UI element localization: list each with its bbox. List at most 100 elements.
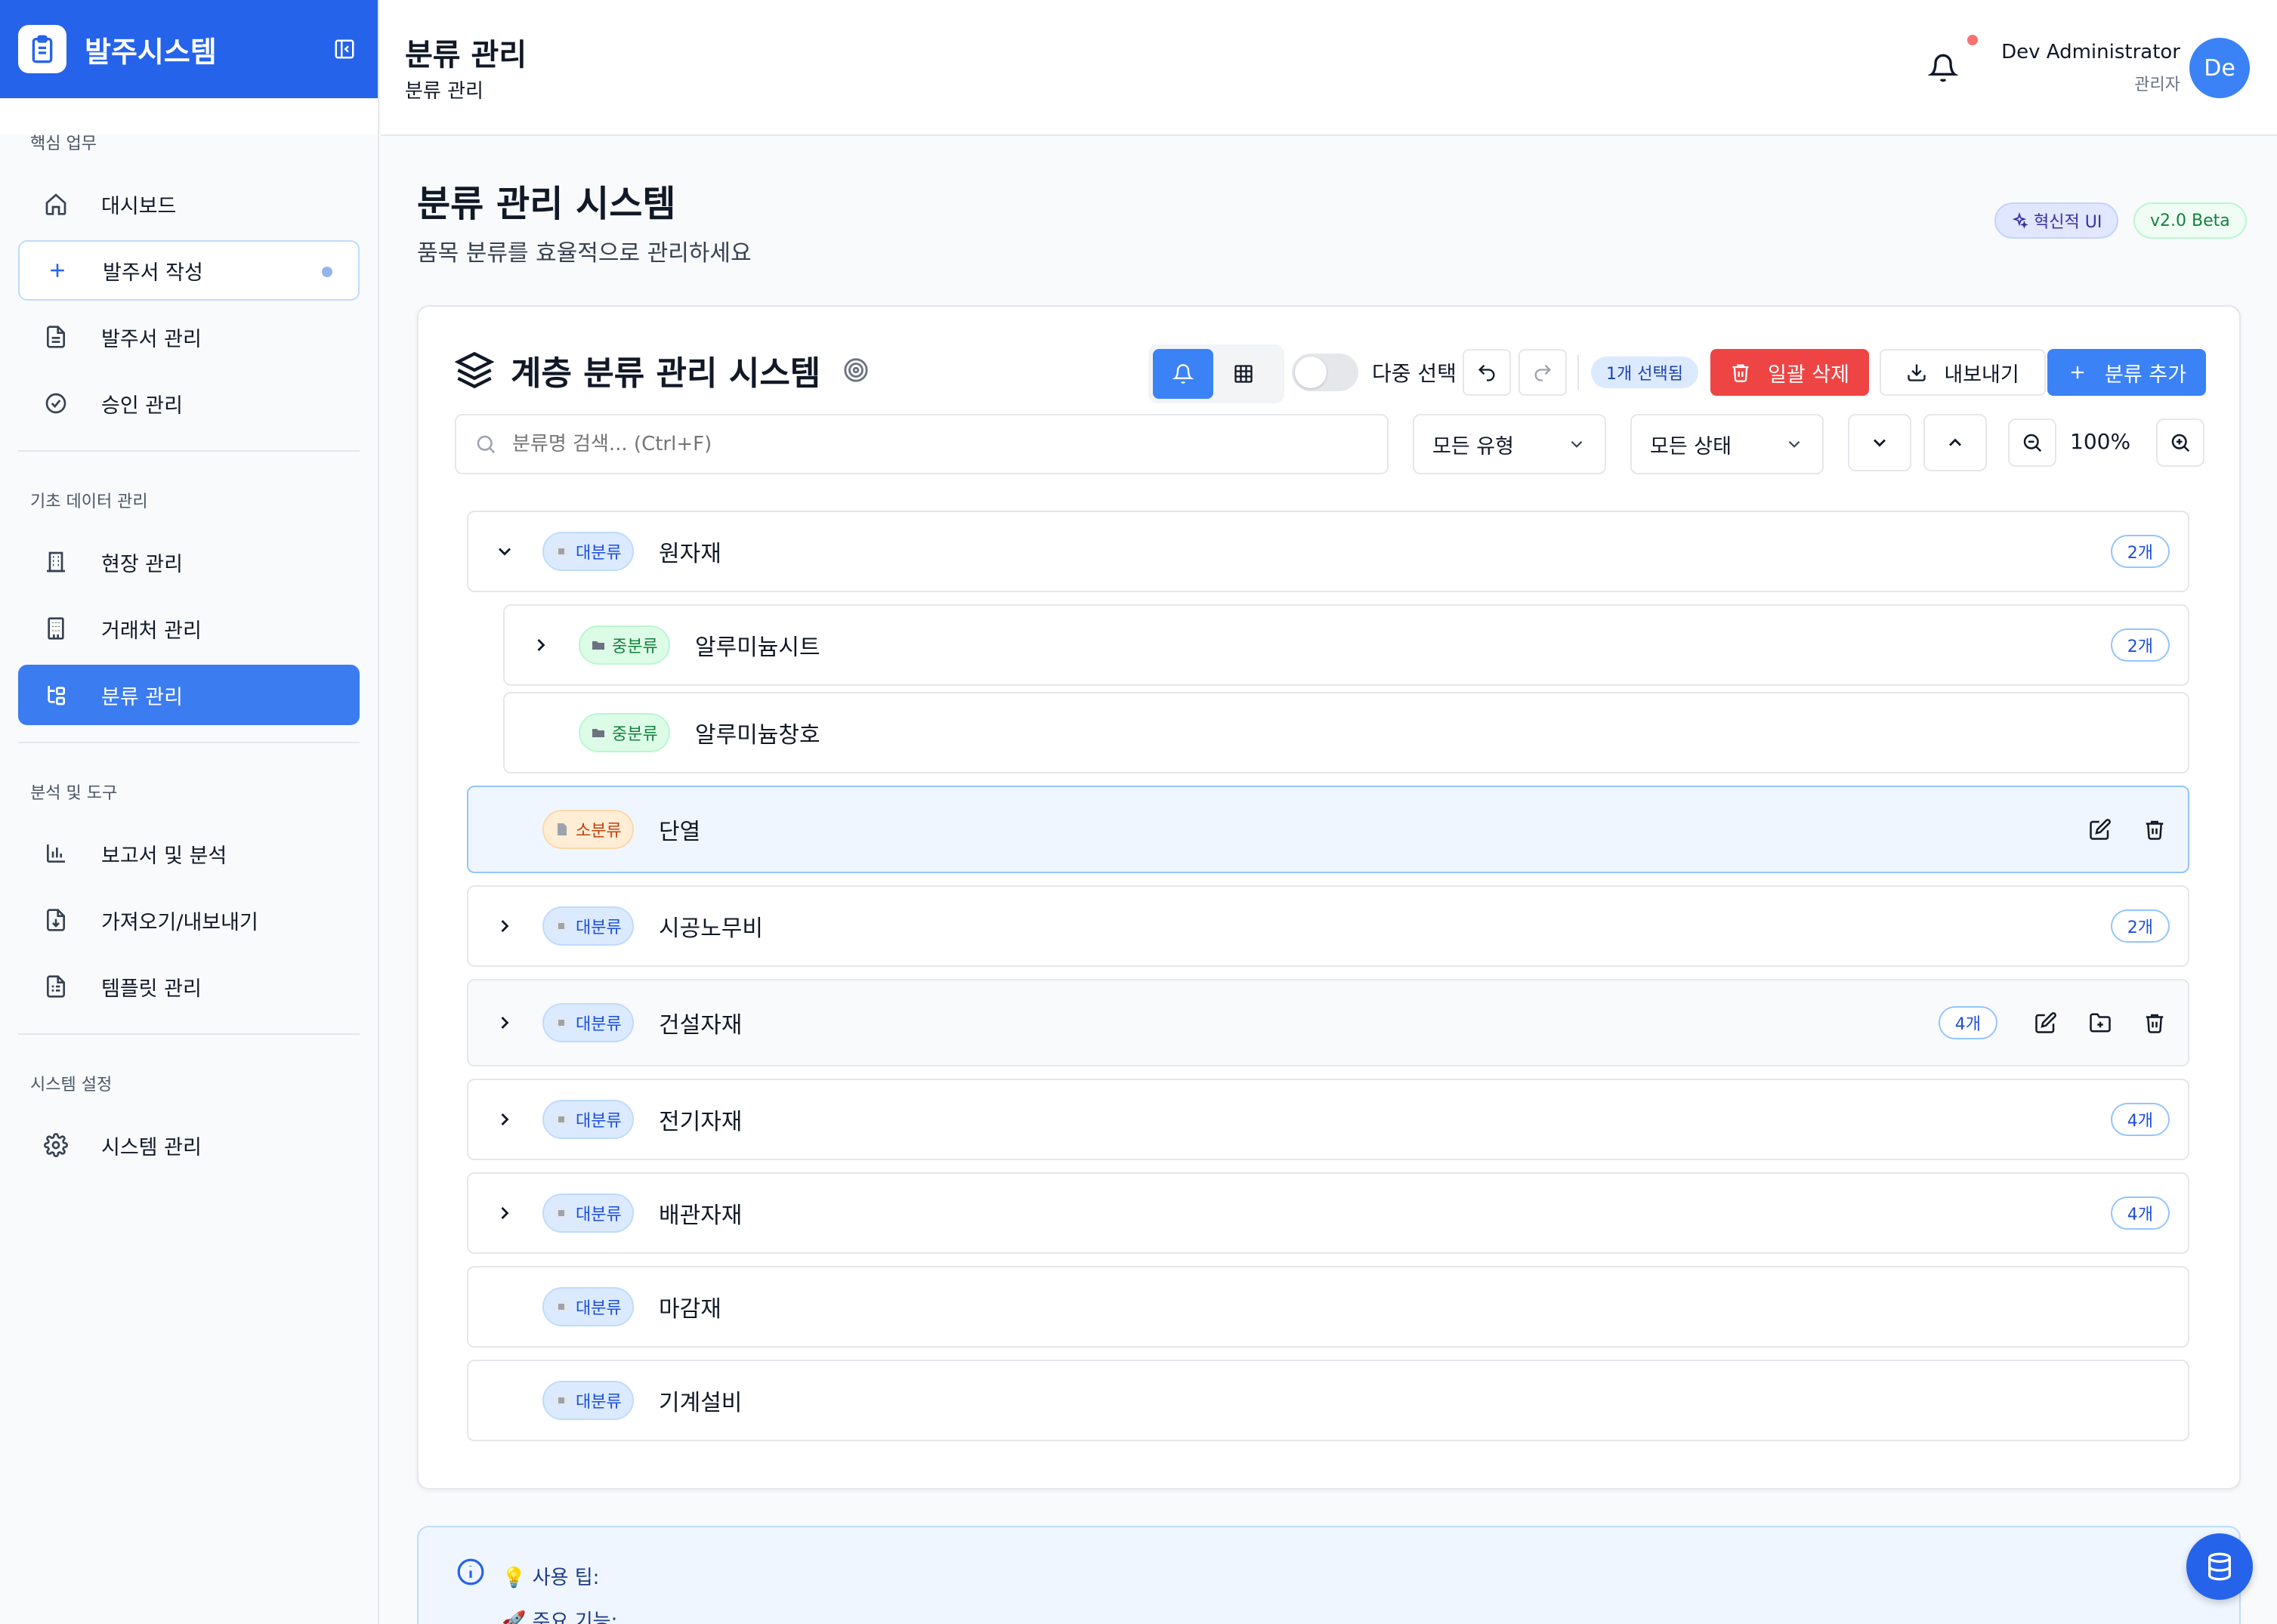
zoom-out-button[interactable] [2008,418,2056,467]
category-name: 시공노무비 [659,915,763,942]
zoom-in-button[interactable] [2156,418,2204,467]
tree-view-button[interactable] [1153,349,1213,399]
file-icon [558,823,567,835]
nav-section-tools: 분석 및 도구 보고서 및 분석 가져오기/내보내기 템플릿 관리 [0,780,378,1017]
tree-row-plumbing[interactable]: 대분류 배관자재 4개 [467,1172,2189,1254]
zoom-out-icon [2023,434,2042,452]
chevron-right-icon[interactable] [490,1198,520,1228]
type-badge-major: 대분류 [542,1193,634,1233]
trash-icon[interactable] [2136,1005,2173,1041]
sidebar-item-templates[interactable]: 템플릿 관리 [18,956,360,1017]
sidebar-item-label: 가져오기/내보내기 [101,910,258,934]
user-name: Dev Administrator [2001,41,2180,63]
chevron-right-icon[interactable] [490,911,520,941]
nav-section-core: 핵심 업무 대시보드 발주서 작성 발주서 관리 승인 관리 [0,130,378,434]
type-label: 중분류 [612,725,658,744]
edit-icon[interactable] [2028,1005,2064,1041]
sidebar-item-label: 현장 관리 [101,552,183,576]
tree-row-finishing[interactable]: 대분류 마감재 [467,1266,2189,1348]
home-icon [41,189,71,219]
new-indicator-dot [322,267,332,277]
info-icon [456,1558,485,1586]
chevron-right-icon[interactable] [490,1104,520,1135]
header-title: 분류 관리 [405,38,527,73]
chevron-down-icon[interactable] [490,536,520,567]
file-download-icon [41,905,71,935]
nav-divider [18,1033,360,1035]
type-badge-major: 대분류 [542,906,634,946]
bell-icon [1172,364,1194,384]
button-label: 내보내기 [1944,363,2019,387]
sidebar-item-approval[interactable]: 승인 관리 [18,373,360,434]
section-label: 기초 데이터 관리 [30,492,148,511]
collapse-all-button[interactable] [1923,414,1987,471]
page-title: 분류 관리 시스템 [417,183,676,225]
grid-view-button[interactable] [1213,349,1274,399]
trash-icon[interactable] [2136,811,2173,848]
view-mode-toggle [1148,344,1284,403]
type-badge-major: 대분류 [542,532,634,571]
switch-knob [1295,357,1327,388]
tree-row-electrical[interactable]: 대분류 전기자재 4개 [467,1079,2189,1160]
status-filter-select[interactable]: 모든 상태 [1630,414,1824,474]
child-count-badge: 2개 [2110,535,2170,568]
export-button[interactable]: 내보내기 [1880,349,2046,396]
redo-button[interactable] [1519,349,1567,396]
category-name: 원자재 [659,541,721,567]
database-icon [2208,1552,2231,1581]
sidebar-item-system[interactable]: 시스템 관리 [18,1115,360,1175]
tree-row-raw-materials[interactable]: 대분류 원자재 2개 [467,511,2189,592]
user-role: 관리자 [2134,76,2180,94]
nav-section-settings: 시스템 설정 시스템 관리 [0,1071,378,1175]
sparkle-icon [2012,212,2028,229]
add-category-button[interactable]: 분류 추가 [2047,349,2206,396]
trash-icon [1732,364,1749,382]
category-name: 건설자재 [659,1012,743,1039]
tree-row-labor-cost[interactable]: 대분류 시공노무비 2개 [467,885,2189,967]
bar-chart-icon [41,838,71,869]
document-icon [41,322,71,352]
sidebar-item-sites[interactable]: 현장 관리 [18,532,360,592]
database-fab-button[interactable] [2186,1533,2253,1600]
add-subfolder-icon[interactable] [2082,1005,2118,1041]
tree-row-aluminum-sheet[interactable]: 중분류 알루미늄시트 2개 [503,604,2189,686]
toolbar-divider [1577,355,1579,390]
chevron-right-icon[interactable] [490,1008,520,1038]
nav-divider [18,742,360,743]
category-name: 배관자재 [659,1203,743,1229]
expand-all-button[interactable] [1848,414,1911,471]
tree-row-mechanical[interactable]: 대분류 기계설비 [467,1360,2189,1441]
category-tree-card: 계층 분류 관리 시스템 다중 선택 1개 선택됨 일괄 삭제 내보내기 분류 … [417,305,2241,1490]
folder-tree-icon [556,1017,568,1028]
sidebar-item-create-order[interactable]: 발주서 작성 [18,240,360,301]
bulk-delete-button[interactable]: 일괄 삭제 [1710,349,1869,396]
type-label: 중분류 [612,638,658,656]
sidebar-collapse-icon[interactable] [329,34,360,64]
type-badge-minor: 소분류 [542,810,634,849]
sidebar-item-dashboard[interactable]: 대시보드 [18,174,360,234]
edit-icon[interactable] [2082,811,2118,848]
sidebar-item-label: 대시보드 [101,194,177,218]
sidebar-item-import-export[interactable]: 가져오기/내보내기 [18,890,360,950]
multi-select-switch[interactable] [1292,354,1358,391]
chevron-right-icon[interactable] [526,630,556,660]
search-input[interactable] [512,433,1343,455]
folder-tree-icon [556,1301,568,1312]
sidebar-item-categories[interactable]: 분류 관리 [18,665,360,725]
sidebar-item-order-management[interactable]: 발주서 관리 [18,307,360,367]
undo-button[interactable] [1463,349,1511,396]
tree-row-insulation[interactable]: 소분류 단열 [467,786,2189,873]
category-name: 전기자재 [659,1109,743,1135]
type-filter-select[interactable]: 모든 유형 [1413,414,1606,474]
sidebar-item-reports[interactable]: 보고서 및 분석 [18,823,360,884]
zoom-in-icon [2171,434,2190,452]
tree-row-construction-materials[interactable]: 대분류 건설자재 4개 [467,979,2189,1067]
bell-icon[interactable] [1928,53,1958,83]
avatar[interactable]: De [2189,38,2250,98]
child-count-badge: 4개 [1938,1006,1997,1039]
type-label: 대분류 [576,1206,622,1224]
tree-row-aluminum-window[interactable]: 중분류 알루미늄창호 [503,692,2189,773]
sidebar-item-vendors[interactable]: 거래처 관리 [18,598,360,659]
folder-tree-icon [556,546,568,557]
grid-icon [1234,365,1253,383]
